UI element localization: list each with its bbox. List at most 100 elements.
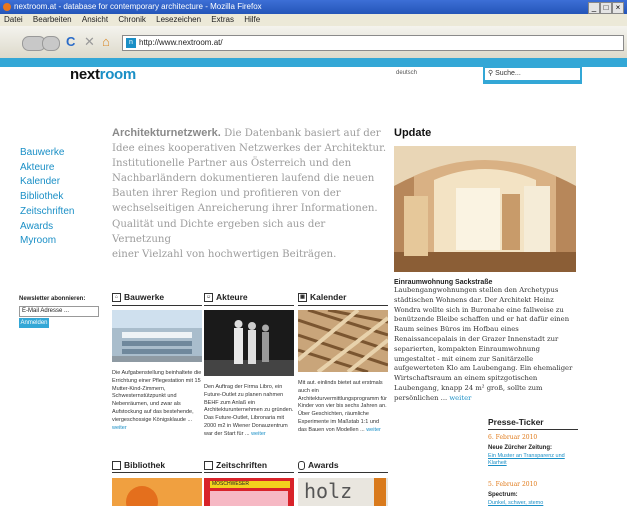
magazine-cover-label: MOSCHWESER: [210, 481, 290, 488]
menu-lesezeichen[interactable]: Lesezeichen: [156, 15, 201, 24]
nav-myroom[interactable]: Myroom: [20, 234, 74, 249]
update-image[interactable]: [394, 146, 576, 272]
heading-text: Bibliothek: [124, 460, 166, 470]
column-text: Die Aufgabenstellung beinhaltete die Err…: [112, 370, 202, 432]
column-more-link[interactable]: weiter: [112, 425, 127, 431]
nav-bauwerke[interactable]: Bauwerke: [20, 146, 74, 161]
newsletter-email-input[interactable]: E-Mail Adresse ...: [19, 306, 99, 317]
intro-line: Idee eines kooperativen Netzwerkes der A…: [112, 143, 387, 155]
heading-awards[interactable]: Awards: [298, 460, 388, 473]
column-body: Den Auftrag der Firma Libro, ein Future-…: [204, 384, 294, 437]
heading-text: Zeitschriften: [216, 460, 268, 470]
ticker-link[interactable]: Ein Muster an Transparenz und Klarheit: [488, 453, 580, 467]
intro-line: Die Datenbank basiert auf der: [224, 128, 381, 139]
heading-zeitschriften[interactable]: Zeitschriften: [204, 460, 294, 473]
update-more-link[interactable]: weiter: [449, 394, 471, 402]
awards-image[interactable]: holz: [298, 478, 388, 506]
menu-extras[interactable]: Extras: [211, 15, 234, 24]
column-more-link[interactable]: weiter: [366, 427, 381, 433]
intro-line: einer Vielzahl von hochwertigen Beiträge…: [112, 248, 337, 260]
forward-button[interactable]: [42, 36, 60, 51]
menu-hilfe[interactable]: Hilfe: [244, 15, 260, 24]
bibliothek-image[interactable]: [112, 478, 202, 506]
home-icon[interactable]: ⌂: [102, 35, 110, 49]
firefox-icon: [3, 3, 11, 11]
intro-line: Bauten ihrer Region und profitieren von …: [112, 188, 341, 200]
minimize-button[interactable]: _: [588, 2, 600, 14]
house-icon: ⌂: [112, 293, 121, 303]
heading-bibliothek[interactable]: Bibliothek: [112, 460, 202, 473]
column-body: Mit aut. einlinds bietet aut erstmals au…: [298, 380, 387, 433]
search-placeholder: Suche...: [495, 70, 521, 77]
column-text: Mit aut. einlinds bietet aut erstmals au…: [298, 380, 388, 435]
heading-text: Awards: [308, 460, 339, 470]
intro-line: Nachbarländern dokumentieren laufend die…: [112, 173, 375, 185]
menu-bar: Datei Bearbeiten Ansicht Chronik Lesezei…: [0, 14, 627, 26]
awards-orange-stripe: [374, 478, 386, 506]
column-title: Akteure: [216, 292, 248, 302]
navigation-toolbar: C ✕ ⌂ n http://www.nextroom.at/: [0, 26, 627, 59]
building-photo[interactable]: [112, 310, 202, 362]
award-icon: [298, 461, 305, 471]
column-heading[interactable]: ☺ Akteure: [204, 292, 294, 306]
zeitschriften-image[interactable]: MOSCHWESER: [204, 478, 294, 506]
awards-logo-text: holz: [304, 479, 353, 503]
column-bauwerke: ⌂ Bauwerke Die Aufgabenstellung beinhalte…: [112, 292, 202, 432]
close-button[interactable]: ×: [612, 2, 624, 14]
menu-datei[interactable]: Datei: [4, 15, 23, 24]
person-icon: ☺: [204, 293, 213, 303]
book-cover-photo: [112, 478, 202, 506]
nav-akteure[interactable]: Akteure: [20, 161, 74, 176]
wooden-structure-photo[interactable]: [296, 308, 390, 374]
logo-room: room: [99, 66, 137, 83]
nav-zeitschriften[interactable]: Zeitschriften: [20, 205, 74, 220]
column-title: Bauwerke: [124, 292, 165, 302]
column-heading[interactable]: ⌂ Bauwerke: [112, 292, 202, 306]
site-favicon: n: [126, 38, 136, 48]
book-icon: [112, 461, 121, 471]
stop-icon[interactable]: ✕: [84, 35, 95, 49]
newsletter-label: Newsletter abonnieren:: [19, 296, 86, 302]
magazine-cover-art: [210, 491, 288, 506]
reload-icon[interactable]: C: [66, 35, 75, 49]
ticker-date: 5. Februar 2010: [488, 481, 538, 488]
ticker-date: 6. Februar 2010: [488, 434, 538, 441]
vaulted-room-photo: [394, 146, 576, 272]
language-link[interactable]: deutsch: [396, 70, 417, 76]
site-logo[interactable]: nextroom: [70, 66, 136, 83]
window-title: nextroom.at - database for contemporary …: [14, 2, 262, 11]
maximize-button[interactable]: □: [600, 2, 612, 14]
intro-line: wechselseitigen Anreicherung ihrer Infor…: [112, 203, 378, 215]
ticker-source: Spectrum:: [488, 492, 518, 498]
magazine-icon: [204, 461, 213, 471]
newsletter-subscribe-button[interactable]: Anmelden: [19, 318, 49, 328]
update-headline[interactable]: Einraumwohnung Sackstraße: [394, 279, 492, 286]
column-title: Kalender: [310, 292, 347, 302]
menu-bearbeiten[interactable]: Bearbeiten: [33, 15, 72, 24]
ticker-source: Neue Zürcher Zeitung:: [488, 445, 553, 451]
update-body: Laubengangwohnungen stellen den Archetyp…: [394, 286, 573, 402]
column-body: Die Aufgabenstellung beinhaltete die Err…: [112, 370, 202, 423]
logo-next: next: [70, 66, 100, 83]
intro-line: Institutionelle Partner aus Österreich u…: [112, 158, 352, 170]
menu-chronik[interactable]: Chronik: [118, 15, 146, 24]
url-text: http://www.nextroom.at/: [139, 38, 223, 47]
nav-bibliothek[interactable]: Bibliothek: [20, 190, 74, 205]
column-text: Den Auftrag der Firma Libro, ein Future-…: [204, 384, 294, 439]
press-ticker-title: Presse-Ticker: [488, 417, 544, 427]
column-heading[interactable]: ▦ Kalender: [298, 292, 388, 306]
column-more-link[interactable]: weiter: [251, 431, 266, 437]
people-photo[interactable]: [204, 310, 294, 376]
intro-lead: Architekturnetzwerk.: [112, 127, 221, 139]
search-input[interactable]: ⚲ Suche...: [485, 68, 580, 80]
nav-kalender[interactable]: Kalender: [20, 175, 74, 190]
press-ticker-divider: [488, 429, 578, 430]
url-bar[interactable]: n http://www.nextroom.at/: [122, 35, 624, 51]
intro-text: Architekturnetzwerk. Die Datenbank basie…: [112, 126, 387, 262]
menu-ansicht[interactable]: Ansicht: [82, 15, 108, 24]
window-titlebar: nextroom.at - database for contemporary …: [0, 0, 627, 14]
nav-awards[interactable]: Awards: [20, 220, 74, 235]
intro-line: Qualität und Dichte ergeben sich aus der…: [112, 218, 326, 245]
update-title: Update: [394, 127, 432, 139]
column-kalender: ▦ Kalender Mit aut. einlinds bietet aut e…: [296, 292, 390, 435]
